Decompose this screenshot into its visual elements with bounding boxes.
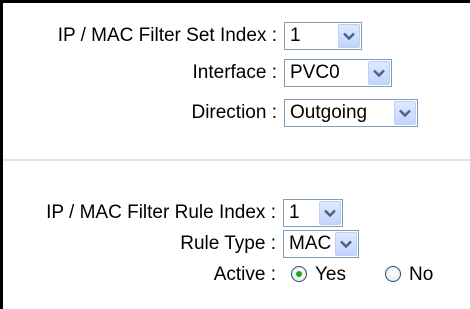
rule-type-select[interactable]: MAC xyxy=(283,230,359,258)
section-divider xyxy=(3,159,470,161)
direction-label: Direction : xyxy=(191,102,277,123)
direction-value: Outgoing xyxy=(290,102,368,123)
chevron-down-icon[interactable] xyxy=(338,24,360,48)
interface-label: Interface : xyxy=(192,62,278,83)
rule-type-label: Rule Type : xyxy=(180,233,276,254)
chevron-down-icon[interactable] xyxy=(394,101,416,125)
interface-value: PVC0 xyxy=(290,62,340,83)
direction-select[interactable]: Outgoing xyxy=(284,99,418,127)
interface-select[interactable]: PVC0 xyxy=(284,59,392,87)
rule-index-value: 1 xyxy=(289,202,300,223)
active-yes-radio[interactable] xyxy=(291,266,307,282)
frame-top-border xyxy=(0,0,470,3)
set-index-label: IP / MAC Filter Set Index : xyxy=(57,25,277,46)
chevron-down-icon[interactable] xyxy=(319,201,341,225)
rule-index-label: IP / MAC Filter Rule Index : xyxy=(46,202,276,223)
set-index-value: 1 xyxy=(290,25,301,46)
active-no-label[interactable]: No xyxy=(409,263,433,287)
active-no-radio[interactable] xyxy=(385,266,401,282)
set-index-select[interactable]: 1 xyxy=(284,22,362,50)
active-yes-label[interactable]: Yes xyxy=(315,263,346,287)
active-label: Active : xyxy=(213,264,276,285)
frame-left-border xyxy=(0,0,3,309)
chevron-down-icon[interactable] xyxy=(335,232,357,256)
chevron-down-icon[interactable] xyxy=(368,61,390,85)
rule-type-value: MAC xyxy=(289,233,332,254)
rule-index-select[interactable]: 1 xyxy=(283,199,343,227)
